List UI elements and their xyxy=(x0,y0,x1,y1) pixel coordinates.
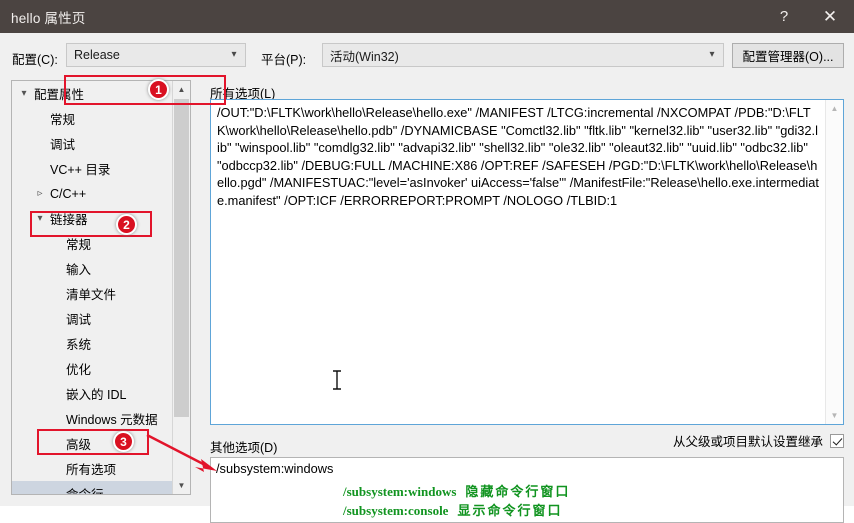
inherit-label: 从父级或项目默认设置继承 xyxy=(672,435,823,449)
tree-item[interactable]: 常规 xyxy=(12,231,175,256)
tree-item[interactable]: 嵌入的 IDL xyxy=(12,381,175,406)
configuration-row: 配置(C): Release ▾ 平台(P): 活动(Win32) ▾ 配置管理… xyxy=(0,41,854,73)
tree-item-label: Windows 元数据 xyxy=(66,413,158,427)
title-bar: hello 属性页 ? ✕ xyxy=(0,0,854,33)
green-annotation-block: /subsystem:windows 隐藏命令行窗口/subsystem:cons… xyxy=(343,482,570,520)
chevron-down-icon: ▾ xyxy=(709,49,715,60)
platform-select[interactable]: 活动(Win32) ▾ xyxy=(322,43,724,67)
tree-item-label: 常规 xyxy=(50,113,76,127)
all-options-textarea[interactable]: /OUT:"D:\FLTK\work\hello\Release\hello.e… xyxy=(210,99,844,425)
tree-item-list: 配置属性常规调试VC++ 目录C/C++链接器常规输入清单文件调试系统优化嵌入的… xyxy=(12,81,175,494)
configuration-select[interactable]: Release ▾ xyxy=(66,43,246,67)
property-tree[interactable]: 配置属性常规调试VC++ 目录C/C++链接器常规输入清单文件调试系统优化嵌入的… xyxy=(11,80,191,495)
platform-value: 活动(Win32) xyxy=(330,49,399,64)
tree-item[interactable]: 所有选项 xyxy=(12,456,175,481)
tree-item-label: 所有选项 xyxy=(66,463,117,477)
inherit-checkbox[interactable] xyxy=(830,433,844,448)
scroll-up-icon[interactable]: ▲ xyxy=(173,81,190,98)
tree-item-label: 命令行 xyxy=(66,488,104,495)
other-options-textarea[interactable]: /subsystem:windows /subsystem:windows 隐藏命… xyxy=(210,457,844,523)
tree-item-label: 链接器 xyxy=(50,213,88,227)
platform-label: 平台(P): xyxy=(261,53,307,67)
tree-scrollbar[interactable]: ▲ ▼ xyxy=(172,81,190,494)
tree-item-label: 高级 xyxy=(66,438,92,452)
tree-item-label: C/C++ xyxy=(50,186,87,201)
green-annotation-code: /subsystem:console xyxy=(343,503,449,518)
tree-item-label: 嵌入的 IDL xyxy=(66,388,127,402)
tree-item-label: 优化 xyxy=(66,363,92,377)
scroll-down-icon[interactable]: ▼ xyxy=(826,407,843,424)
window-title: hello 属性页 xyxy=(11,10,86,26)
scroll-down-icon[interactable]: ▼ xyxy=(173,477,190,494)
configuration-value: Release xyxy=(74,48,120,62)
twisty-collapsed-icon[interactable] xyxy=(34,189,46,199)
annotation-badge-3: 3 xyxy=(113,431,134,452)
tree-item-label: 清单文件 xyxy=(66,288,117,302)
tree-scrollbar-thumb[interactable] xyxy=(174,99,189,417)
annotation-badge-1: 1 xyxy=(148,79,169,100)
tree-item-label: VC++ 目录 xyxy=(50,163,111,177)
green-annotation-row: /subsystem:windows 隐藏命令行窗口 xyxy=(343,482,570,501)
tree-item[interactable]: 调试 xyxy=(12,131,175,156)
tree-item[interactable]: 清单文件 xyxy=(12,281,175,306)
tree-item-label: 输入 xyxy=(66,263,92,277)
tree-item[interactable]: 调试 xyxy=(12,306,175,331)
property-pages-dialog: 配置(C): Release ▾ 平台(P): 活动(Win32) ▾ 配置管理… xyxy=(0,33,854,523)
tree-item[interactable]: 输入 xyxy=(12,256,175,281)
tree-item[interactable]: 命令行 xyxy=(12,481,175,495)
all-options-value: /OUT:"D:\FLTK\work\hello\Release\hello.e… xyxy=(217,105,819,208)
tree-item-label: 配置属性 xyxy=(34,88,85,102)
tree-item-label: 调试 xyxy=(50,138,76,152)
close-icon[interactable]: ✕ xyxy=(806,0,854,33)
twisty-expanded-icon[interactable] xyxy=(34,214,46,224)
tree-item[interactable]: 常规 xyxy=(12,106,175,131)
all-options-scrollbar[interactable]: ▲ ▼ xyxy=(825,100,843,424)
green-annotation-note: 隐藏命令行窗口 xyxy=(465,484,571,499)
tree-item-label: 调试 xyxy=(66,313,92,327)
tree-item[interactable]: Windows 元数据 xyxy=(12,406,175,431)
twisty-expanded-icon[interactable] xyxy=(18,89,30,99)
chevron-down-icon: ▾ xyxy=(231,49,237,60)
scroll-up-icon[interactable]: ▲ xyxy=(826,100,843,117)
configuration-label: 配置(C): xyxy=(12,53,58,67)
inherit-row[interactable]: 从父级或项目默认设置继承 xyxy=(673,431,844,450)
other-options-value: /subsystem:windows xyxy=(216,461,334,476)
tree-item-label: 常规 xyxy=(66,238,92,252)
green-annotation-row: /subsystem:console 显示命令行窗口 xyxy=(343,501,570,520)
tree-item[interactable]: 高级 xyxy=(12,431,175,456)
tree-item[interactable]: VC++ 目录 xyxy=(12,156,175,181)
configuration-manager-button[interactable]: 配置管理器(O)... xyxy=(732,43,844,68)
tree-item-label: 系统 xyxy=(66,338,92,352)
tree-item[interactable]: 链接器 xyxy=(12,206,175,231)
green-annotation-code: /subsystem:windows xyxy=(343,484,457,499)
tree-item[interactable]: 优化 xyxy=(12,356,175,381)
annotation-badge-2: 2 xyxy=(116,214,137,235)
tree-item[interactable]: 系统 xyxy=(12,331,175,356)
green-annotation-note: 显示命令行窗口 xyxy=(457,503,563,518)
other-options-label: 其他选项(D) xyxy=(210,441,278,455)
tree-item[interactable]: C/C++ xyxy=(12,181,175,206)
help-icon[interactable]: ? xyxy=(762,0,806,33)
